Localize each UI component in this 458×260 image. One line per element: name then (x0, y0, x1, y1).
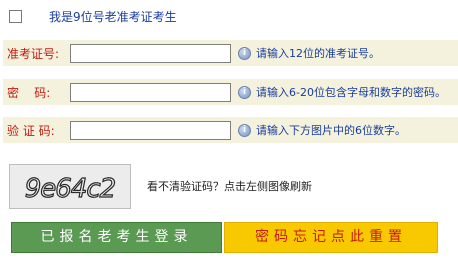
password-label: 密 码: (7, 85, 51, 100)
old-candidate-row: 我是9位号老准考证考生 (9, 6, 177, 26)
info-icon: i (238, 85, 251, 99)
forgot-password-button[interactable]: 密码忘记点此重置 (224, 222, 438, 253)
info-icon: i (238, 46, 251, 60)
captcha-refresh-hint: 看不清验证码？点击左侧图像刷新 (147, 180, 312, 193)
captcha-row: 验 证 码: i 请输入下方图片中的6位数字。 (3, 117, 458, 143)
captcha-image[interactable]: 9e64c2 (9, 164, 131, 209)
captcha-field-hint: 请输入下方图片中的6位数字。 (256, 124, 406, 137)
exam-number-row: 准考证号: i 请输入12位的准考证号。 (3, 40, 458, 66)
captcha-label: 验 证 码: (7, 123, 55, 138)
exam-number-hint: 请输入12位的准考证号。 (256, 47, 380, 60)
password-input[interactable] (70, 82, 231, 102)
password-hint: 请输入6-20位包含字母和数字的密码。 (256, 86, 446, 99)
old-candidate-checkbox[interactable] (9, 9, 22, 23)
password-row: 密 码: i 请输入6-20位包含字母和数字的密码。 (3, 79, 458, 105)
exam-number-label: 准考证号: (7, 46, 60, 61)
old-candidate-label[interactable]: 我是9位号老准考证考生 (49, 8, 177, 25)
captcha-image-text: 9e64c2 (25, 174, 115, 204)
login-button[interactable]: 已报名老考生登录 (11, 222, 222, 253)
captcha-input[interactable] (70, 120, 231, 140)
info-icon: i (238, 123, 251, 137)
exam-number-input[interactable] (70, 43, 231, 63)
